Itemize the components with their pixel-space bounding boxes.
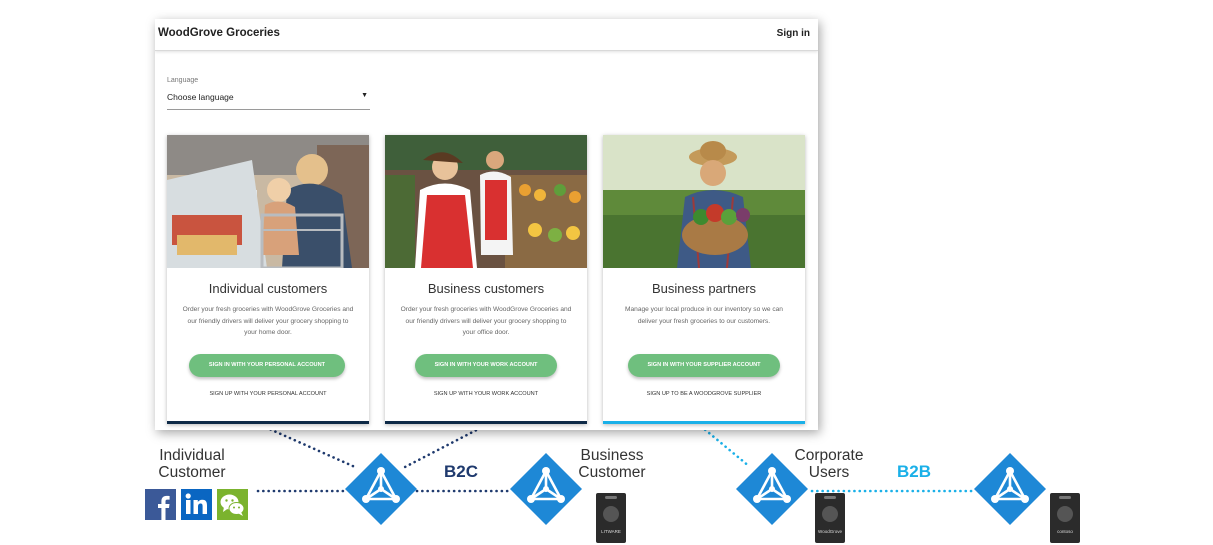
brand-name: WoodGrove Groceries	[158, 27, 280, 39]
facebook-icon	[145, 489, 176, 520]
card-title: Business customers	[427, 281, 545, 296]
app-header: WoodGrove Groceries Sign in	[155, 19, 818, 51]
dropdown-arrow-icon: ▼	[361, 92, 368, 99]
litware-badge-icon: LITWARE	[596, 493, 626, 543]
corporate-users-label: Corporate Users	[794, 447, 864, 481]
card-description: Order your fresh groceries with WoodGrov…	[400, 306, 572, 336]
azure-ad-business-icon	[510, 453, 582, 525]
woodgrove-badge-icon: WoodGrove	[815, 493, 845, 543]
sign-in-personal-button[interactable]: SIGN IN WITH YOUR PERSONAL ACCOUNT	[189, 354, 345, 377]
b2b-label: B2B	[897, 462, 932, 481]
sign-in-work-button[interactable]: SIGN IN WITH YOUR WORK ACCOUNT	[415, 354, 557, 377]
b2c-label: B2C	[444, 462, 479, 481]
card-accent-bar	[603, 421, 805, 424]
app-window: WoodGrove Groceries Sign in Language Cho…	[155, 19, 818, 430]
card-business-partners: Business partners Manage your local prod…	[603, 135, 805, 424]
azure-ad-partner-icon	[974, 453, 1046, 525]
card-accent-bar	[167, 421, 369, 424]
business-customer-label: Business Customer	[578, 447, 646, 481]
card-photo-business	[385, 135, 587, 268]
contoso-badge-icon: contoso	[1050, 493, 1080, 543]
card-title: Business partners	[651, 281, 757, 296]
card-description: Manage your local produce in our invento…	[625, 306, 783, 325]
card-photo-partners	[603, 135, 805, 268]
card-business-customers: Business customers Order your fresh groc…	[385, 135, 587, 424]
language-value: Choose language	[167, 92, 234, 102]
wechat-icon	[217, 489, 248, 520]
azure-ad-b2c-icon	[345, 453, 417, 525]
badge-text: WoodGrove	[818, 529, 842, 534]
sign-in-supplier-button[interactable]: SIGN IN WITH YOUR SUPPLIER ACCOUNT	[628, 354, 780, 377]
language-select[interactable]: Choose language ▼	[167, 89, 370, 110]
language-label: Language	[167, 77, 199, 84]
sign-up-work-link[interactable]: SIGN UP WITH YOUR WORK ACCOUNT	[385, 391, 587, 397]
card-description: Order your fresh groceries with WoodGrov…	[182, 306, 354, 336]
individual-customer-label: Individual Customer	[158, 447, 226, 481]
linkedin-icon	[181, 489, 212, 520]
badge-text: contoso	[1057, 529, 1073, 534]
sign-in-link[interactable]: Sign in	[777, 28, 810, 39]
card-individual-customers: Individual customers Order your fresh gr…	[167, 135, 369, 424]
sign-up-supplier-link[interactable]: SIGN UP TO BE A WOODGROVE SUPPLIER	[603, 391, 805, 397]
card-title: Individual customers	[208, 281, 328, 296]
sign-up-personal-link[interactable]: SIGN UP WITH YOUR PERSONAL ACCOUNT	[167, 391, 369, 397]
badge-text: LITWARE	[601, 529, 621, 534]
card-photo-individual	[167, 135, 369, 268]
card-accent-bar	[385, 421, 587, 424]
